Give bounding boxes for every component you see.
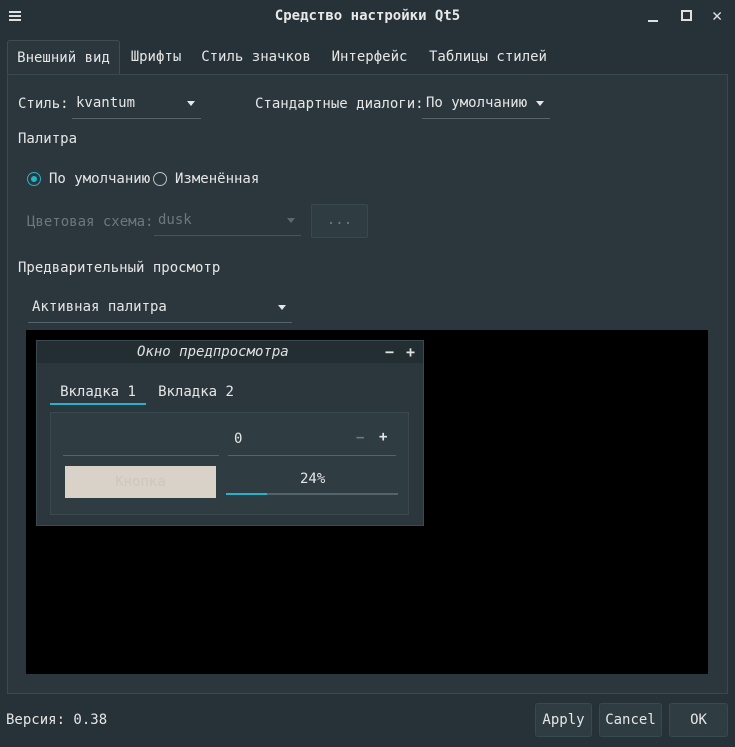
color-scheme-value: dusk <box>158 212 192 228</box>
close-icon[interactable]: ✕ <box>712 8 726 25</box>
preview-palette-value: Активная палитра <box>32 299 167 315</box>
tab-fonts[interactable]: Шрифты <box>123 40 189 74</box>
preview-heading: Предварительный просмотр <box>18 260 221 276</box>
palette-custom-label[interactable]: Изменённая <box>175 171 259 187</box>
preview-line-edit[interactable] <box>63 455 219 456</box>
preview-tab-content: 0 − + Кнопка 24% <box>50 412 409 515</box>
dialogs-label: Стандартные диалоги: <box>255 96 424 112</box>
palette-default-label[interactable]: По умолчанию <box>49 171 150 187</box>
palette-default-radio[interactable] <box>27 172 41 186</box>
title-bar: Средство настройки Qt5 ✕ <box>0 0 735 34</box>
color-scheme-label: Цветовая схема: <box>27 214 154 230</box>
color-scheme-edit-button[interactable]: ... <box>311 204 368 238</box>
preview-progress-fill <box>226 493 268 495</box>
palette-custom-radio[interactable] <box>153 172 167 186</box>
window-title: Средство настройки Qt5 <box>274 8 461 24</box>
preview-palette-combo[interactable]: Активная палитра <box>28 295 292 323</box>
maximize-icon[interactable] <box>680 9 694 23</box>
preview-minimize-icon[interactable]: − <box>385 343 394 361</box>
tab-icon-theme[interactable]: Стиль значков <box>198 40 314 74</box>
chevron-down-icon <box>187 101 195 106</box>
preview-maximize-icon[interactable]: + <box>406 343 415 361</box>
preview-button[interactable]: Кнопка <box>65 466 216 498</box>
color-scheme-combo[interactable]: dusk <box>154 208 301 236</box>
palette-heading: Палитра <box>18 131 78 147</box>
tab-appearance[interactable]: Внешний вид <box>7 40 120 76</box>
preview-tab-1[interactable]: Вкладка 1 <box>50 381 146 411</box>
preview-window: Окно предпросмотра − + Вкладка 1 Вкладка… <box>36 340 424 526</box>
preview-spin-value: 0 <box>234 431 243 447</box>
version-label: Версия: 0.38 <box>6 712 108 728</box>
tab-interface[interactable]: Интерфейс <box>327 40 412 74</box>
minimize-icon[interactable] <box>647 9 661 23</box>
tab-stylesheets[interactable]: Таблицы стилей <box>426 40 550 74</box>
preview-progress-text: 24% <box>300 471 326 487</box>
dialogs-combo[interactable]: По умолчанию <box>422 91 550 119</box>
preview-tab-2[interactable]: Вкладка 2 <box>150 381 242 411</box>
preview-spin-minus-icon[interactable]: − <box>356 430 364 446</box>
preview-window-titlebar: Окно предпросмотра − + <box>37 341 423 363</box>
preview-spin-underline <box>228 455 396 456</box>
preview-area: Окно предпросмотра − + Вкладка 1 Вкладка… <box>26 330 708 674</box>
style-combo[interactable]: kvantum <box>72 91 201 119</box>
chevron-down-icon <box>278 305 286 310</box>
chevron-down-icon <box>536 101 544 106</box>
style-combo-value: kvantum <box>76 95 136 111</box>
preview-spin-plus-icon[interactable]: + <box>379 429 387 445</box>
dialogs-combo-value: По умолчанию <box>426 95 528 111</box>
apply-button[interactable]: Apply <box>535 703 592 737</box>
style-label: Стиль: <box>18 96 69 112</box>
cancel-button[interactable]: Cancel <box>599 703 662 737</box>
chevron-down-icon <box>287 218 295 223</box>
ok-button[interactable]: OK <box>669 703 728 737</box>
preview-progress-bar <box>226 493 398 495</box>
preview-window-title: Окно предпросмотра <box>137 344 289 360</box>
